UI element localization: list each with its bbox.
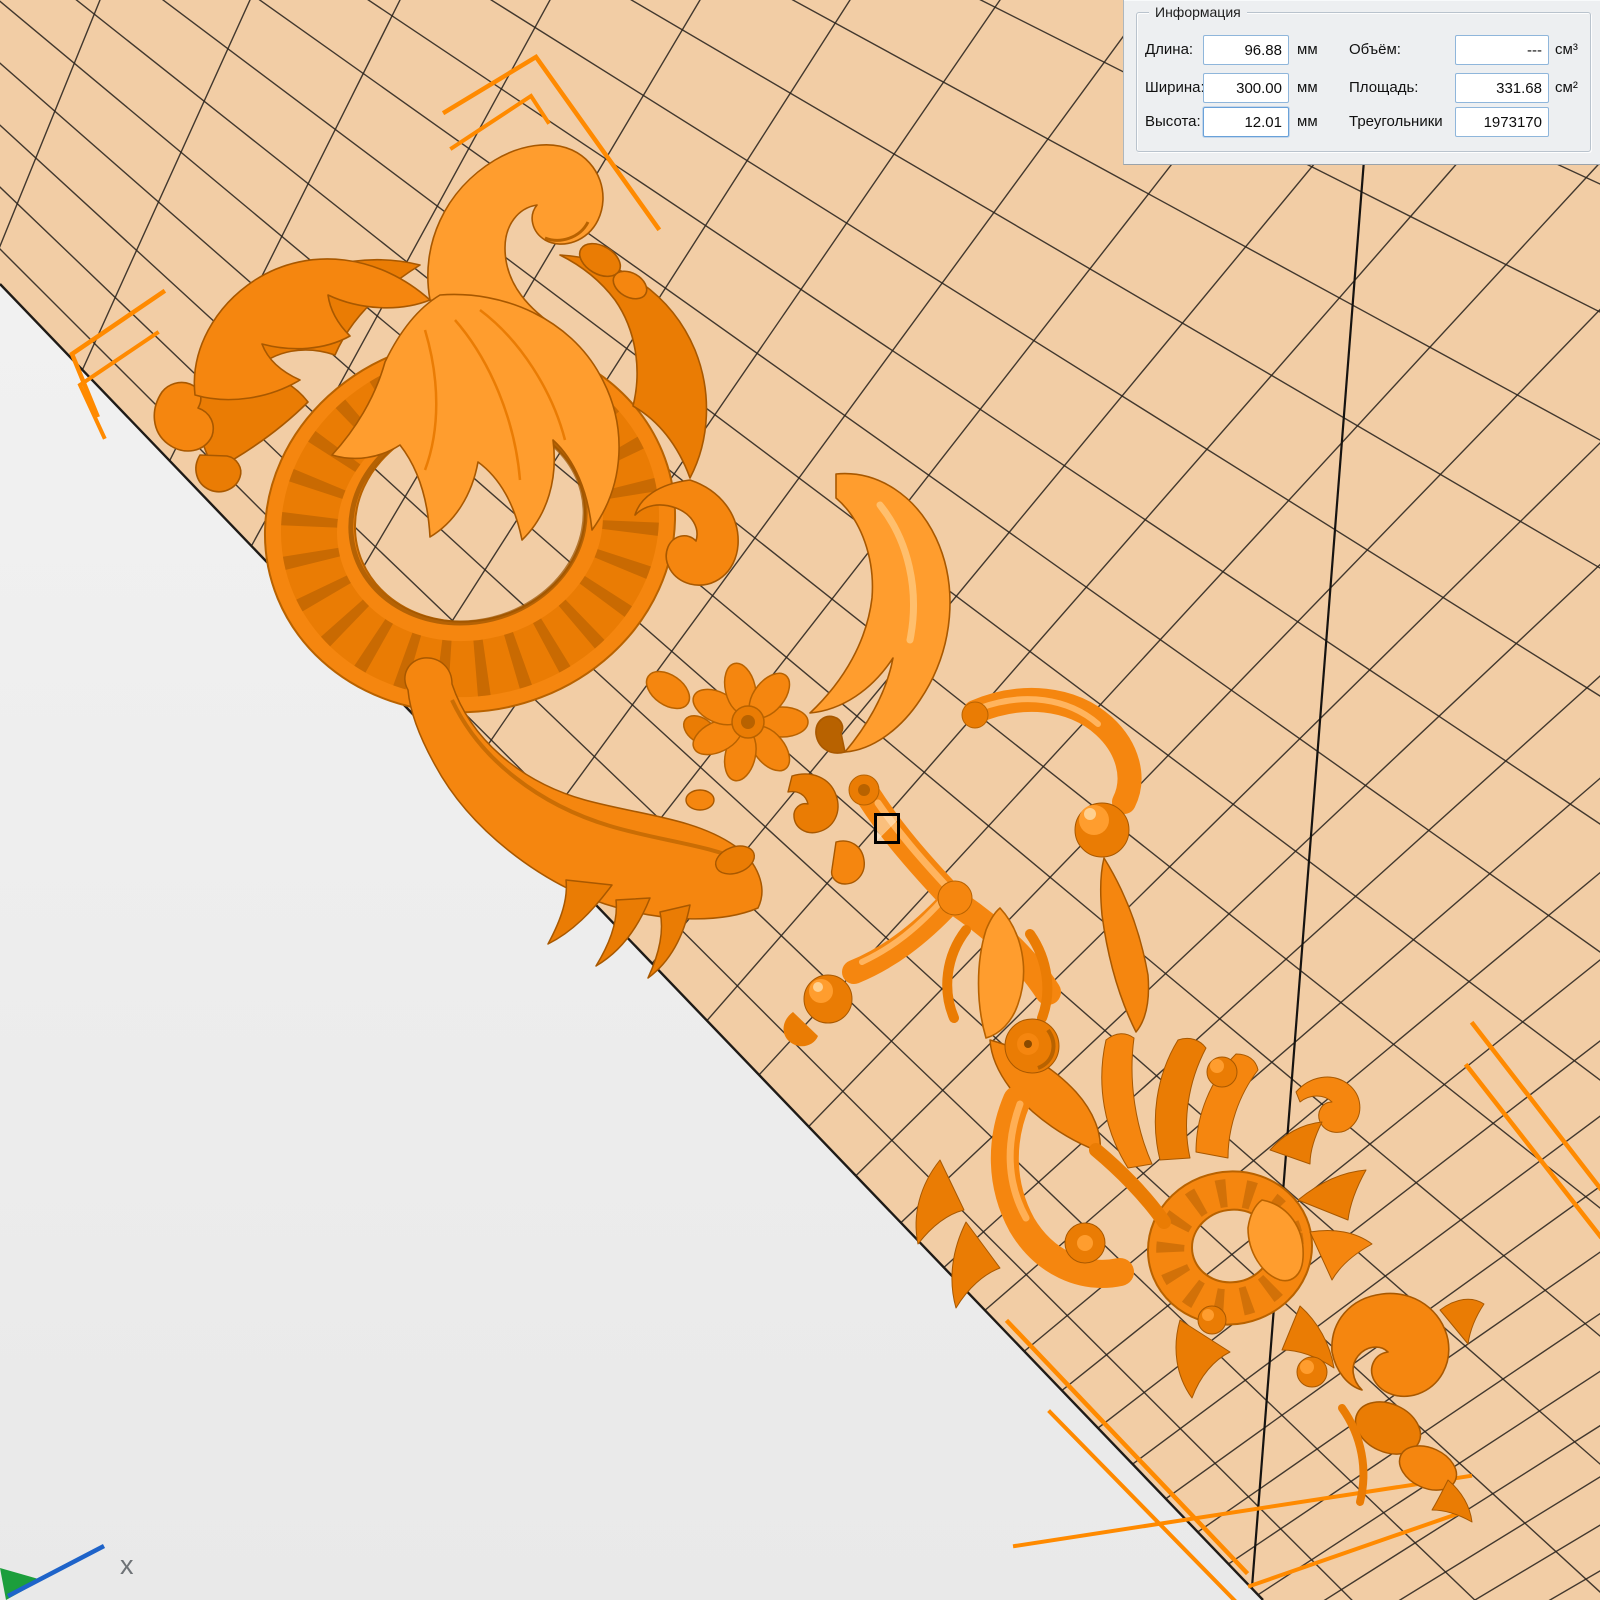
build-plate [0, 0, 1600, 1600]
area-field[interactable] [1455, 73, 1549, 103]
length-field[interactable] [1203, 35, 1289, 65]
volume-label: Объём: [1349, 35, 1455, 65]
width-field[interactable] [1203, 73, 1289, 103]
pick-box-cursor [874, 813, 900, 844]
width-unit: мм [1297, 73, 1337, 103]
volume-unit: см³ [1555, 35, 1599, 65]
triangles-label: Треугольники [1349, 107, 1455, 137]
triangles-field[interactable] [1455, 107, 1549, 137]
height-field-box [1203, 107, 1289, 137]
triangles-field-box [1455, 107, 1549, 137]
viewport-3d[interactable]: x Информация Длина: мм Ширина: мм Высота… [0, 0, 1600, 1600]
axis-x-label: x [120, 1550, 134, 1580]
width-field-box [1203, 73, 1289, 103]
length-unit: мм [1297, 35, 1337, 65]
volume-field-box [1455, 35, 1549, 65]
info-panel-title: Информация [1149, 3, 1247, 21]
width-label: Ширина: [1145, 73, 1203, 103]
volume-field[interactable] [1455, 35, 1549, 65]
triangles-unit [1555, 107, 1599, 137]
height-unit: мм [1297, 107, 1337, 137]
length-label: Длина: [1145, 35, 1203, 65]
info-panel: Информация Длина: мм Ширина: мм Высота: … [1123, 0, 1600, 165]
axis-indicator: x [0, 1470, 220, 1600]
height-label: Высота: [1145, 107, 1203, 137]
area-field-box [1455, 73, 1549, 103]
scene-canvas[interactable] [0, 0, 1600, 1600]
height-field[interactable] [1203, 107, 1289, 137]
area-label: Площадь: [1349, 73, 1455, 103]
axis-x-line [8, 1546, 104, 1596]
length-field-box [1203, 35, 1289, 65]
info-groupbox: Информация Длина: мм Ширина: мм Высота: … [1136, 12, 1591, 152]
area-unit: см² [1555, 73, 1599, 103]
